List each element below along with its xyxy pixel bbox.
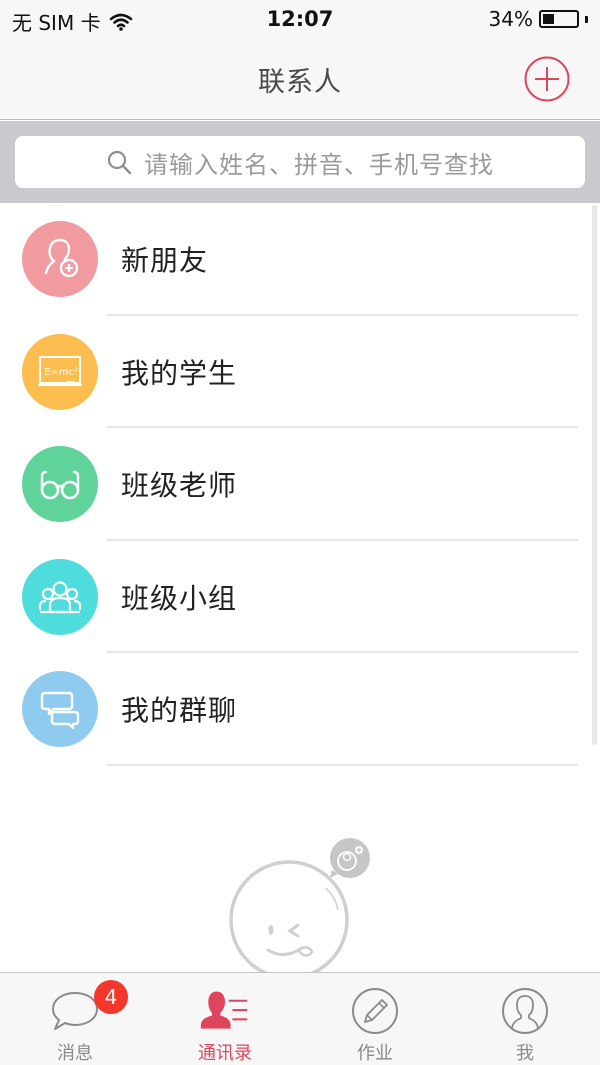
battery-status: 34% xyxy=(489,7,588,31)
battery-percent: 34% xyxy=(488,7,533,31)
battery-icon xyxy=(539,10,579,28)
tab-label: 我 xyxy=(516,1043,534,1064)
search-input[interactable]: 请输入姓名、拼音、手机号查找 xyxy=(15,136,585,188)
battery-level-fill xyxy=(543,14,554,24)
unread-badge: 4 xyxy=(94,980,128,1014)
tab-homework[interactable]: 作业 xyxy=(300,973,450,1065)
list-item-my-group-chats[interactable]: 我的群聊 xyxy=(0,653,600,766)
pencil-icon xyxy=(349,985,401,1037)
winking-face-illustration xyxy=(226,838,376,980)
list-item-label: 我的群聊 xyxy=(121,694,238,728)
list-item-label: 我的学生 xyxy=(121,356,238,390)
plus-circle-icon xyxy=(524,56,570,102)
contacts-menu-list: 新朋友 E=mc² 我的学生 班级老师 班级小组 我的群聊 xyxy=(0,203,600,766)
blackboard-icon: E=mc² xyxy=(38,355,82,386)
battery-tip xyxy=(585,15,588,23)
page-title: 联系人 xyxy=(258,67,342,98)
glasses-icon xyxy=(40,471,80,500)
my-group-chats-avatar xyxy=(22,671,98,748)
chat-bubble-icon xyxy=(49,985,101,1037)
search-bar-container: 请输入姓名、拼音、手机号查找 xyxy=(0,121,600,203)
tab-label: 通讯录 xyxy=(198,1043,252,1064)
tab-contacts[interactable]: 通讯录 xyxy=(150,973,300,1065)
scrollbar[interactable] xyxy=(592,205,597,745)
search-placeholder: 请输入姓名、拼音、手机号查找 xyxy=(144,150,494,179)
group-icon xyxy=(38,581,82,613)
add-contact-button[interactable] xyxy=(524,56,570,102)
list-item-label: 新朋友 xyxy=(121,244,209,278)
list-item-class-groups[interactable]: 班级小组 xyxy=(0,541,600,653)
tab-label: 作业 xyxy=(357,1043,393,1064)
list-item-my-students[interactable]: E=mc² 我的学生 xyxy=(0,316,600,428)
status-bar: 无 SIM 卡 12:07 34% xyxy=(0,0,600,40)
search-icon xyxy=(107,150,132,175)
my-students-avatar: E=mc² xyxy=(22,333,98,410)
new-friends-avatar xyxy=(22,221,98,298)
contacts-icon xyxy=(199,985,251,1037)
list-item-new-friends[interactable]: 新朋友 xyxy=(0,203,600,316)
blackboard-formula: E=mc² xyxy=(44,367,78,378)
class-groups-avatar xyxy=(22,558,98,635)
class-teachers-avatar xyxy=(22,446,98,523)
tab-messages[interactable]: 4 消息 xyxy=(0,973,150,1065)
add-friend-icon xyxy=(44,239,79,278)
divider xyxy=(107,763,578,766)
list-item-label: 班级老师 xyxy=(121,469,238,503)
list-item-class-teachers[interactable]: 班级老师 xyxy=(0,428,600,541)
tab-label: 消息 xyxy=(57,1043,93,1064)
tab-me[interactable]: 我 xyxy=(450,973,600,1065)
list-item-label: 班级小组 xyxy=(121,581,238,615)
navigation-bar: 联系人 xyxy=(0,40,600,120)
profile-icon xyxy=(499,985,551,1037)
tab-bar: 4 消息 通讯录 作业 我 xyxy=(0,972,600,1065)
chat-bubbles-icon xyxy=(40,692,80,730)
